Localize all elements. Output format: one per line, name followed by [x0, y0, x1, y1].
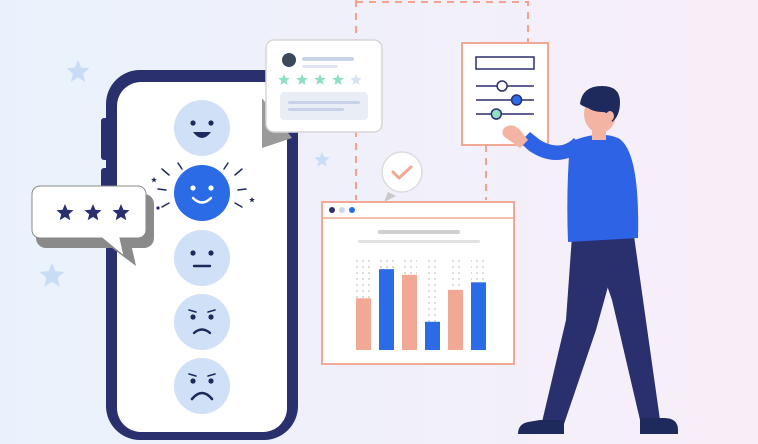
happy-face-icon: [174, 165, 230, 221]
neutral-face-icon: [174, 230, 230, 286]
feedback-illustration: [0, 0, 758, 444]
chart-bar: [356, 298, 371, 350]
emoji-rating-list: [174, 100, 230, 414]
review-text-line: [288, 101, 360, 104]
review-text-box: [280, 92, 368, 120]
very-happy-face-icon: [174, 100, 230, 156]
review-text-line: [288, 108, 344, 111]
review-card-icon: [262, 39, 383, 148]
sad-face-icon: [174, 294, 230, 350]
very-sad-face-icon: [174, 358, 230, 414]
slider-knob: [510, 94, 523, 106]
chart-bar: [402, 274, 417, 350]
slider-knob: [496, 80, 508, 92]
person-ear: [606, 111, 614, 121]
window-dot: [339, 207, 345, 213]
chart-bar: [425, 321, 440, 350]
chart-bar: [448, 289, 463, 350]
chart-subtitle-line: [358, 240, 480, 243]
reviewer-avatar: [282, 53, 296, 67]
review-name-line: [302, 57, 354, 61]
person-shoe-back: [640, 418, 678, 434]
review-name-line-2: [302, 65, 338, 68]
bar-chart-window-icon: [321, 201, 515, 365]
slider-knob: [490, 108, 503, 120]
chart-bar: [471, 282, 486, 350]
chart-bar: [379, 269, 394, 350]
window-dot: [329, 207, 335, 213]
window-dot: [349, 207, 355, 213]
chart-title-line: [378, 230, 460, 234]
